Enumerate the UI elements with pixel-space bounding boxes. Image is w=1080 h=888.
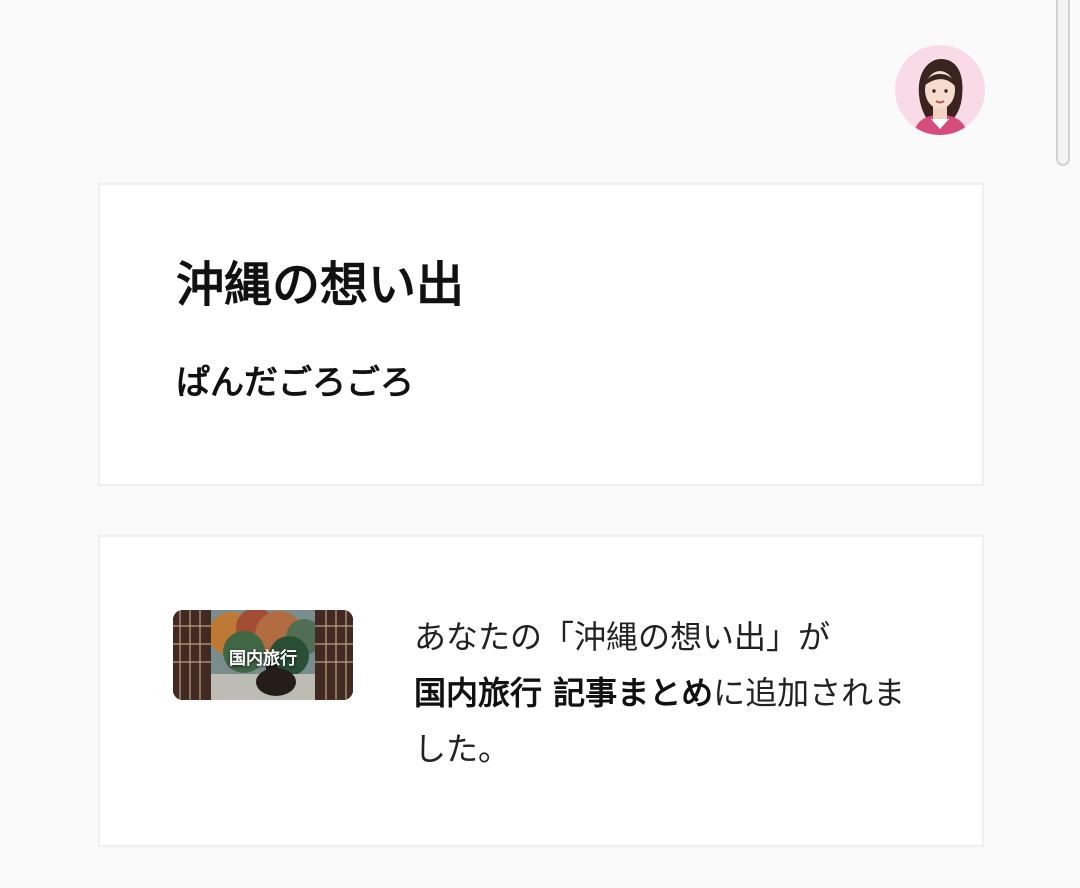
magazine-name[interactable]: 国内旅行 記事まとめ (414, 674, 713, 712)
page: 沖縄の想い出 ぱんだごろごろ 国内旅行 あなたの「沖縄の想い出」が 国内旅行 記… (0, 0, 1080, 888)
message-prefix: あなたの「沖縄の想い出」が (414, 618, 831, 656)
user-avatar-icon[interactable] (895, 45, 985, 135)
notification-card[interactable]: 国内旅行 あなたの「沖縄の想い出」が 国内旅行 記事まとめに追加されました。 (98, 535, 984, 847)
magazine-thumbnail[interactable]: 国内旅行 (173, 610, 353, 700)
scrollbar[interactable] (1056, 0, 1070, 166)
article-author[interactable]: ぱんだごろごろ (176, 363, 414, 404)
thumbnail-label: 国内旅行 (229, 649, 297, 669)
avatar-illustration (895, 45, 985, 135)
article-title[interactable]: 沖縄の想い出 (176, 257, 464, 315)
notification-message: あなたの「沖縄の想い出」が 国内旅行 記事まとめに追加されました。 (414, 609, 914, 777)
article-card[interactable]: 沖縄の想い出 ぱんだごろごろ (98, 183, 984, 486)
